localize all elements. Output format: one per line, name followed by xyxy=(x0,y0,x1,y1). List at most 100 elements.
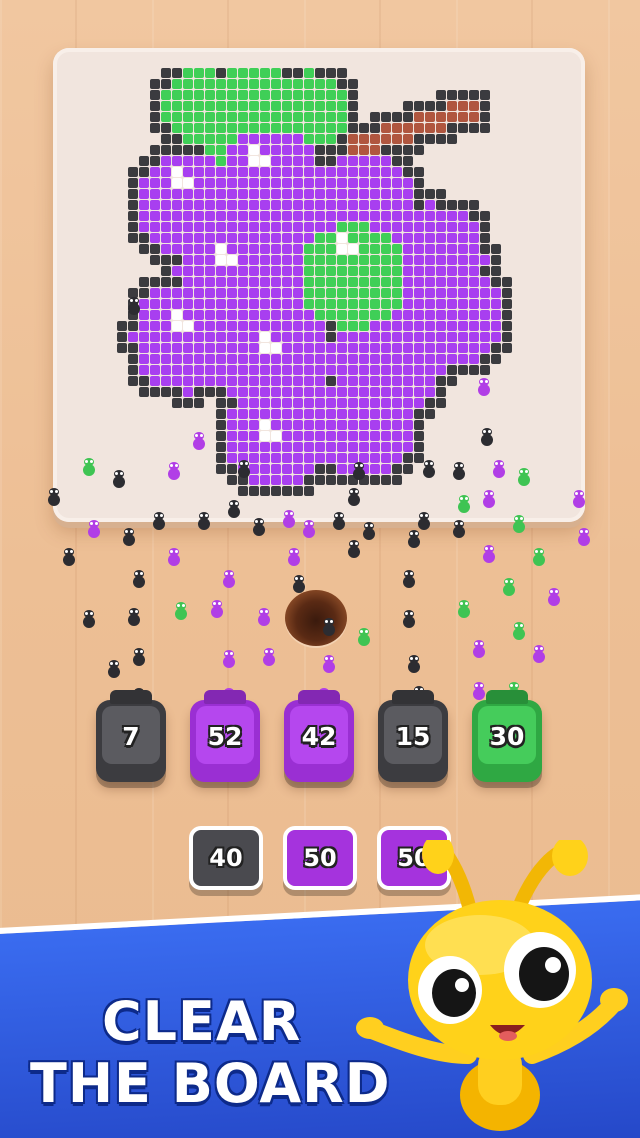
jar-purple[interactable]: 42 xyxy=(284,700,354,782)
pixel-tile xyxy=(458,299,468,309)
pixel-tile xyxy=(260,244,270,254)
ant-icon xyxy=(120,528,138,548)
pixel-tile xyxy=(172,376,182,386)
pixel-tile xyxy=(150,156,160,166)
pixel-tile xyxy=(392,178,402,188)
pixel-tile xyxy=(128,211,138,221)
pixel-tile xyxy=(150,354,160,364)
pixel-tile xyxy=(447,321,457,331)
pixel-tile xyxy=(425,189,435,199)
pixel-tile xyxy=(359,365,369,375)
pixel-tile xyxy=(293,442,303,452)
pixel-tile xyxy=(293,420,303,430)
pixel-tile xyxy=(249,255,259,265)
pixel-tile xyxy=(238,79,248,89)
pixel-tile xyxy=(403,376,413,386)
pixel-tile xyxy=(469,277,479,287)
pixel-tile xyxy=(205,134,215,144)
pixel-tile xyxy=(381,431,391,441)
pixel-tile xyxy=(403,167,413,177)
pixel-tile xyxy=(249,145,259,155)
pixel-tile xyxy=(260,101,270,111)
queue-tile[interactable]: 50 xyxy=(283,826,357,890)
pixel-tile xyxy=(370,475,380,485)
pixel-tile xyxy=(183,387,193,397)
pixel-tile xyxy=(293,255,303,265)
pixel-tile xyxy=(315,332,325,342)
pixel-tile xyxy=(469,332,479,342)
pixel-tile xyxy=(161,101,171,111)
pixel-tile xyxy=(271,189,281,199)
pixel-tile xyxy=(315,321,325,331)
pixel-tile xyxy=(161,343,171,353)
jar-purple[interactable]: 52 xyxy=(190,700,260,782)
pixel-tile xyxy=(414,453,424,463)
pixel-tile xyxy=(150,233,160,243)
pixel-tile xyxy=(172,79,182,89)
pixel-tile xyxy=(381,189,391,199)
pixel-tile xyxy=(216,68,226,78)
jar-black[interactable]: 7 xyxy=(96,700,166,782)
jar-black[interactable]: 15 xyxy=(378,700,448,782)
pixel-tile xyxy=(282,310,292,320)
pixel-tile xyxy=(326,354,336,364)
pixel-tile xyxy=(392,244,402,254)
pixel-tile xyxy=(172,134,182,144)
jar-green[interactable]: 30 xyxy=(472,700,542,782)
pixel-tile xyxy=(392,112,402,122)
pixel-tile xyxy=(139,277,149,287)
pixel-tile xyxy=(447,200,457,210)
pixel-tile xyxy=(139,167,149,177)
pixel-tile xyxy=(172,398,182,408)
ant-icon xyxy=(320,655,338,675)
pixel-tile xyxy=(469,211,479,221)
pixel-tile xyxy=(447,365,457,375)
pixel-tile xyxy=(282,420,292,430)
pixel-tile xyxy=(359,244,369,254)
pixel-tile xyxy=(392,453,402,463)
pixel-tile xyxy=(282,200,292,210)
pixel-tile xyxy=(271,200,281,210)
pixel-tile xyxy=(381,321,391,331)
pixel-tile xyxy=(216,200,226,210)
pixel-tile xyxy=(348,79,358,89)
pixel-tile xyxy=(205,244,215,254)
pixel-tile xyxy=(392,266,402,276)
pixel-tile xyxy=(348,145,358,155)
pixel-tile xyxy=(392,123,402,133)
pixel-tile xyxy=(150,79,160,89)
pixel-tile xyxy=(293,354,303,364)
pixel-art-board[interactable] xyxy=(53,48,585,522)
pixel-tile xyxy=(227,376,237,386)
pixel-tile xyxy=(304,398,314,408)
pixel-tile xyxy=(194,310,204,320)
pixel-tile xyxy=(194,222,204,232)
pixel-tile xyxy=(414,332,424,342)
pixel-tile xyxy=(293,211,303,221)
pixel-tile xyxy=(414,123,424,133)
pixel-tile xyxy=(370,464,380,474)
pixel-tile xyxy=(337,123,347,133)
pixel-tile xyxy=(304,420,314,430)
pixel-tile xyxy=(227,200,237,210)
pixel-tile xyxy=(227,167,237,177)
pixel-tile xyxy=(381,233,391,243)
pixel-tile xyxy=(260,420,270,430)
pixel-tile xyxy=(216,310,226,320)
pixel-tile xyxy=(425,332,435,342)
pixel-tile xyxy=(348,332,358,342)
pixel-tile xyxy=(370,420,380,430)
pixel-tile xyxy=(414,134,424,144)
pixel-tile xyxy=(414,343,424,353)
pixel-tile xyxy=(315,431,325,441)
pixel-tile xyxy=(293,464,303,474)
pixel-tile xyxy=(238,156,248,166)
pixel-tile xyxy=(293,90,303,100)
pixel-tile xyxy=(436,189,446,199)
queue-tile[interactable]: 40 xyxy=(189,826,263,890)
pixel-tile xyxy=(139,387,149,397)
pixel-tile xyxy=(491,288,501,298)
pixel-tile xyxy=(337,409,347,419)
pixel-tile xyxy=(304,453,314,463)
pixel-tile xyxy=(458,200,468,210)
